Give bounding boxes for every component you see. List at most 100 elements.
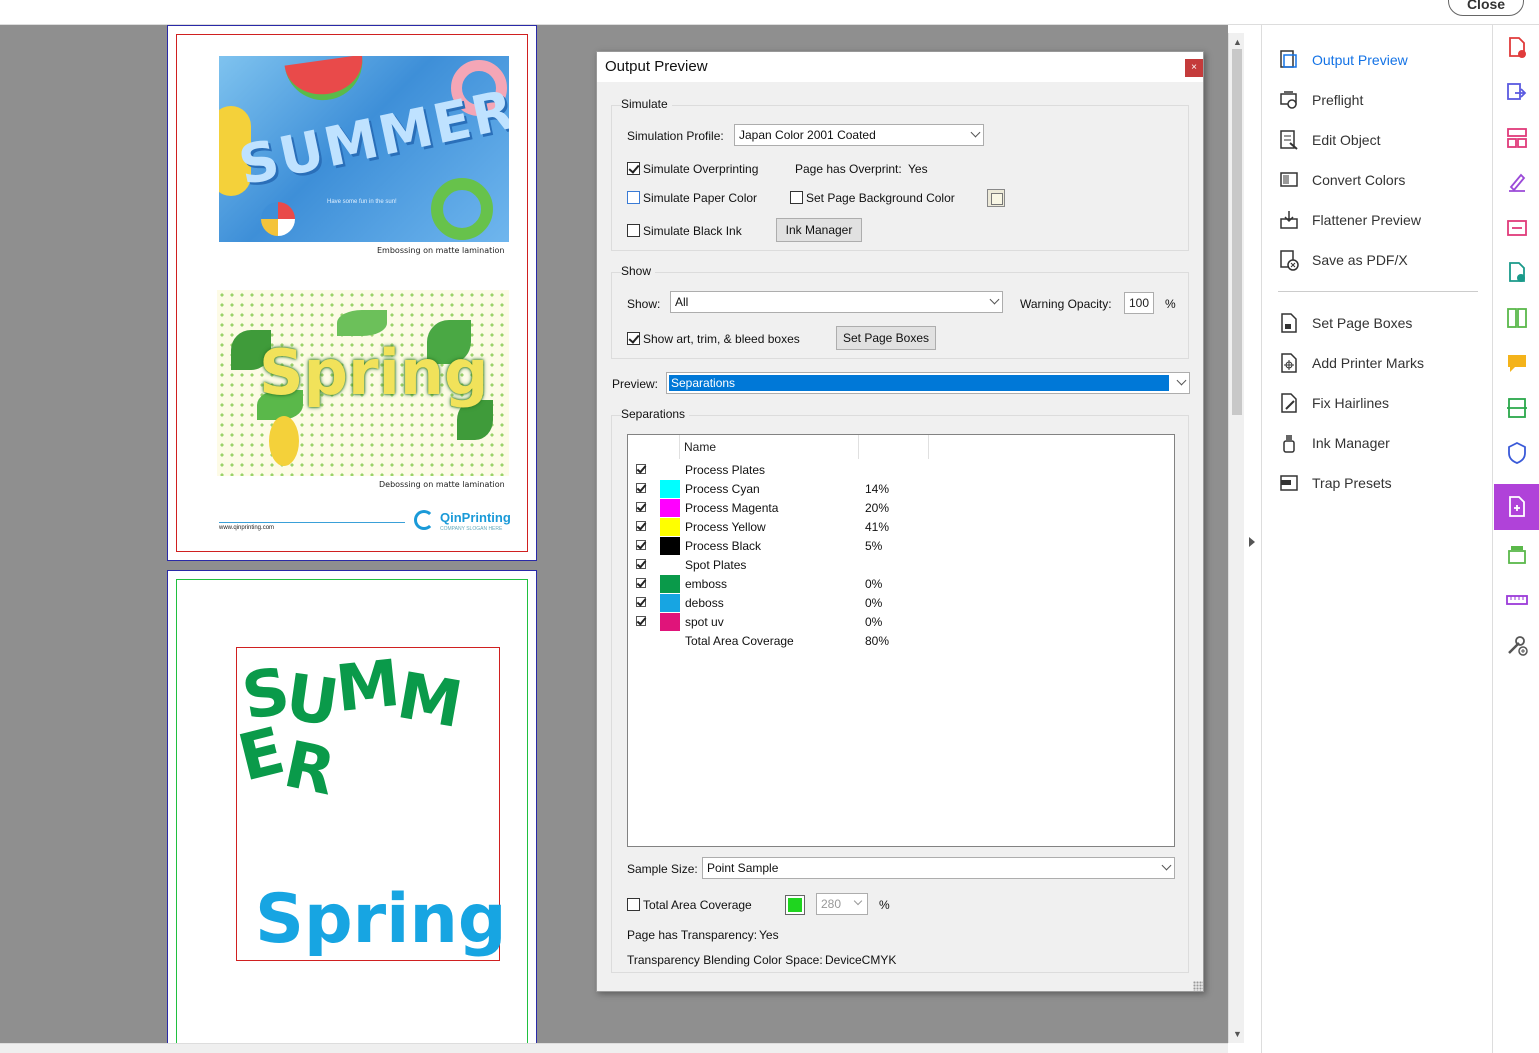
separation-checkbox[interactable] (636, 483, 646, 493)
comment-icon[interactable] (1504, 350, 1530, 376)
panel-collapse-strip[interactable] (1244, 25, 1262, 1053)
tool-set-page-boxes[interactable]: Set Page Boxes (1278, 309, 1488, 337)
vertical-scrollbar[interactable]: ▲ ▼ (1228, 33, 1244, 1043)
separation-color-swatch (660, 575, 680, 593)
output-preview-icon (1278, 49, 1300, 71)
simulate-black-ink-checkbox[interactable] (627, 224, 640, 237)
measure-icon[interactable] (1504, 587, 1530, 613)
close-button[interactable]: Close (1448, 0, 1524, 16)
separation-row[interactable]: spot uv 0% (628, 613, 1174, 632)
compare-files-icon[interactable] (1504, 305, 1530, 331)
tool-flattener-preview[interactable]: Flattener Preview (1278, 206, 1488, 234)
scroll-down-icon[interactable]: ▼ (1233, 1029, 1242, 1039)
protect-icon[interactable] (1504, 440, 1530, 466)
simulation-profile-select[interactable]: Japan Color 2001 Coated (734, 124, 984, 146)
simulate-overprinting-checkbox[interactable] (627, 162, 640, 175)
separation-coverage: 14% (865, 482, 890, 496)
show-select[interactable]: All (670, 291, 1003, 313)
flattener-preview-icon (1278, 209, 1300, 231)
blending-space-value: DeviceCMYK (825, 953, 897, 967)
separation-name: emboss (685, 577, 728, 591)
tool-convert-colors[interactable]: Convert Colors (1278, 166, 1488, 194)
preview-select[interactable]: Separations (666, 372, 1190, 394)
set-page-boxes-icon (1278, 312, 1300, 334)
simulate-group-title: Simulate (621, 97, 672, 111)
create-pdf-icon[interactable] (1504, 35, 1530, 61)
separation-checkbox[interactable] (636, 616, 646, 626)
chevron-down-icon (970, 127, 981, 138)
print-production-panel: Output Preview Preflight Edit Object Con… (1262, 25, 1493, 1053)
page-bg-color-swatch[interactable] (987, 189, 1005, 207)
combine-files-icon[interactable] (1504, 215, 1530, 241)
horizontal-scrollbar[interactable] (0, 1043, 1228, 1053)
separation-row[interactable]: Total Area Coverage 80% (628, 632, 1174, 651)
tac-warning-color-swatch[interactable] (785, 895, 805, 915)
more-tools-icon[interactable] (1504, 632, 1530, 658)
tool-trap-presets[interactable]: Trap Presets (1278, 469, 1488, 497)
ink-manager-button[interactable]: Ink Manager (776, 218, 862, 242)
separation-checkbox[interactable] (636, 559, 646, 569)
scan-ocr-icon[interactable] (1504, 395, 1530, 421)
separation-name: Spot Plates (685, 558, 747, 572)
simulation-profile-label: Simulation Profile: (627, 129, 724, 143)
summer-tagline: Have some fun in the sun! (327, 199, 397, 205)
separation-checkbox[interactable] (636, 464, 646, 474)
show-boxes-checkbox[interactable] (627, 332, 640, 345)
separation-name: Process Yellow (685, 520, 766, 534)
simulate-paper-color-checkbox[interactable] (627, 191, 640, 204)
separation-row[interactable]: Process Black 5% (628, 537, 1174, 556)
tool-preflight[interactable]: Preflight (1278, 86, 1488, 114)
tool-edit-object[interactable]: Edit Object (1278, 126, 1488, 154)
separation-name: Process Magenta (685, 501, 779, 515)
sample-size-select[interactable]: Point Sample (702, 857, 1175, 879)
stamp-icon[interactable] (1504, 542, 1530, 568)
scrollbar-thumb[interactable] (1232, 49, 1242, 415)
separation-checkbox[interactable] (636, 578, 646, 588)
separation-row[interactable]: Process Plates (628, 461, 1174, 480)
scroll-up-icon[interactable]: ▲ (1233, 37, 1242, 47)
edit-pdf-icon[interactable] (1504, 260, 1530, 286)
separation-row[interactable]: Process Magenta 20% (628, 499, 1174, 518)
separation-row[interactable]: emboss 0% (628, 575, 1174, 594)
separation-color-swatch (660, 499, 680, 517)
tool-ink-manager[interactable]: Ink Manager (1278, 429, 1488, 457)
top-bar: Close (0, 0, 1539, 25)
separation-row[interactable]: Process Cyan 14% (628, 480, 1174, 499)
spring-artwork-text: Spring (259, 336, 489, 409)
tool-fix-hairlines[interactable]: Fix Hairlines (1278, 389, 1488, 417)
separations-group-title: Separations (621, 407, 690, 421)
total-area-coverage-checkbox[interactable] (627, 898, 640, 911)
tool-add-printer-marks[interactable]: Add Printer Marks (1278, 349, 1488, 377)
set-page-boxes-button[interactable]: Set Page Boxes (836, 326, 936, 350)
summer-emboss-text: SUMMER (231, 647, 466, 811)
page-transparency-value: Yes (759, 928, 779, 942)
show-label: Show: (627, 297, 661, 311)
tool-save-pdfx[interactable]: Save as PDF/X (1278, 246, 1488, 274)
collapse-arrow-icon[interactable] (1249, 537, 1255, 547)
separation-checkbox[interactable] (636, 521, 646, 531)
dialog-close-button[interactable]: × (1185, 59, 1203, 77)
tool-output-preview[interactable]: Output Preview (1278, 46, 1488, 74)
print-production-icon[interactable] (1504, 494, 1530, 520)
set-page-bg-checkbox[interactable] (790, 191, 803, 204)
page-overprint-label: Page has Overprint: (795, 162, 902, 176)
fill-sign-icon[interactable] (1504, 170, 1530, 196)
separation-row[interactable]: deboss 0% (628, 594, 1174, 613)
separation-row[interactable]: Spot Plates (628, 556, 1174, 575)
set-page-bg-label: Set Page Background Color (806, 191, 955, 205)
preflight-icon (1278, 89, 1300, 111)
warning-opacity-input[interactable]: 100 (1124, 292, 1154, 314)
separations-list[interactable]: Name Process Plates Process Cyan 14% Proces… (627, 434, 1175, 847)
separation-checkbox[interactable] (636, 597, 646, 607)
resize-grip[interactable] (1193, 981, 1203, 991)
summer-artwork: SUMMER Have some fun in the sun! (219, 56, 509, 242)
column-name-header[interactable]: Name (680, 435, 859, 459)
separation-row[interactable]: Process Yellow 41% (628, 518, 1174, 537)
separation-checkbox[interactable] (636, 502, 646, 512)
page-overprint-value: Yes (908, 162, 928, 176)
export-pdf-icon[interactable] (1504, 80, 1530, 106)
separation-name: spot uv (685, 615, 724, 629)
separation-checkbox[interactable] (636, 540, 646, 550)
organize-pages-icon[interactable] (1504, 125, 1530, 151)
tac-value-input[interactable]: 280 (816, 893, 868, 915)
